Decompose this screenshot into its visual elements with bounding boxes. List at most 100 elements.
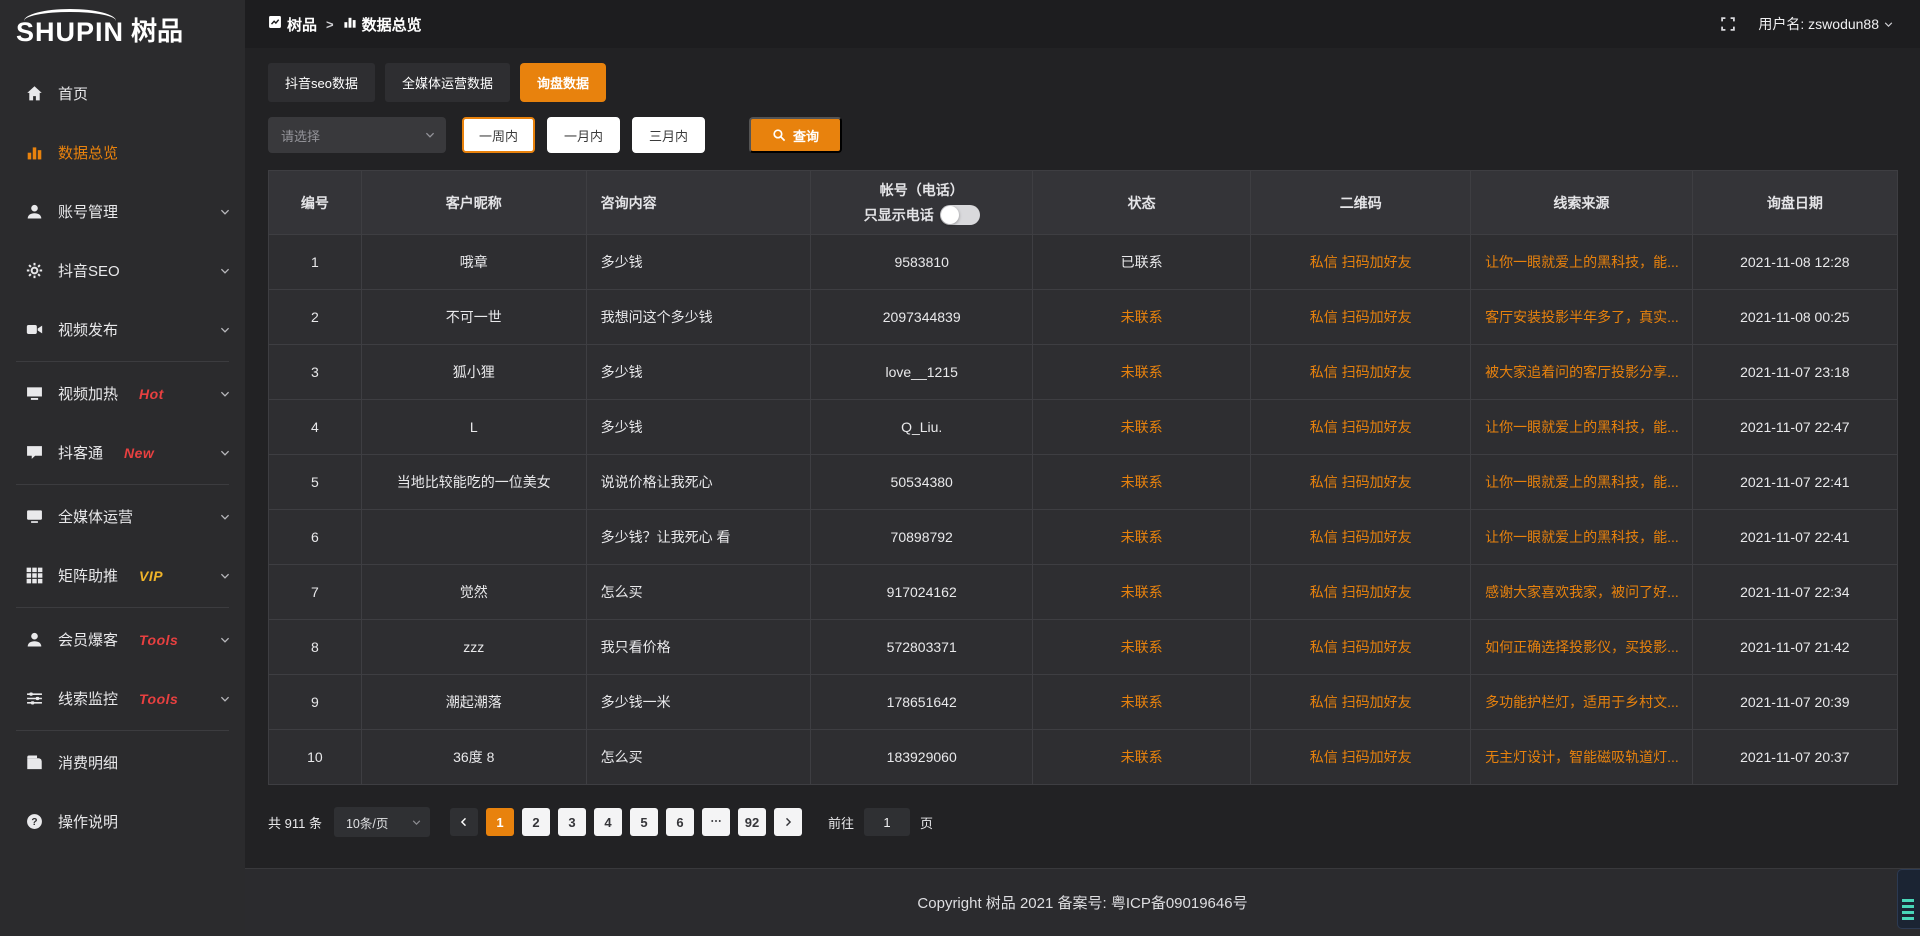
cell-qrcode[interactable]: 私信 扫码加好友 <box>1251 400 1471 455</box>
sidebar-item-home[interactable]: 首页 <box>0 64 245 123</box>
cell-source[interactable]: 多功能护栏灯，适用于乡村文... <box>1471 675 1693 730</box>
phone-only-toggle[interactable] <box>940 205 980 225</box>
pagination: 共 911 条 10条/页 12345692 前往 1 页 <box>268 807 1898 837</box>
tab-douyin-seo-data[interactable]: 抖音seo数据 <box>268 63 375 102</box>
page-button-6[interactable]: 6 <box>666 808 694 836</box>
cell-account: Q_Liu. <box>811 400 1033 455</box>
cell-no: 1 <box>269 235 362 290</box>
cell-qrcode[interactable]: 私信 扫码加好友 <box>1251 510 1471 565</box>
page-button-2[interactable]: 2 <box>522 808 550 836</box>
page-size-select[interactable]: 10条/页 <box>334 807 430 837</box>
cell-content: 多少钱 <box>586 400 811 455</box>
cell-content: 怎么买 <box>586 565 811 620</box>
cell-source[interactable]: 让你一眼就爱上的黑科技，能... <box>1471 510 1693 565</box>
cell-no: 9 <box>269 675 362 730</box>
more-pages-button[interactable] <box>702 808 730 836</box>
breadcrumb-app-label: 树品 <box>287 14 317 35</box>
table-row: 4L多少钱Q_Liu.未联系私信 扫码加好友让你一眼就爱上的黑科技，能...20… <box>269 400 1898 455</box>
cell-qrcode[interactable]: 私信 扫码加好友 <box>1251 455 1471 510</box>
sidebar-item-label: 视频发布 <box>58 319 118 340</box>
sidebar-item-operation-guide[interactable]: ?操作说明 <box>0 792 245 851</box>
sidebar-item-video-heating[interactable]: 视频加热Hot <box>0 364 245 423</box>
page-button-4[interactable]: 4 <box>594 808 622 836</box>
corner-widget[interactable] <box>1897 869 1920 929</box>
cell-qrcode[interactable]: 私信 扫码加好友 <box>1251 565 1471 620</box>
tab-omni-media-data[interactable]: 全媒体运营数据 <box>385 63 510 102</box>
page-button-5[interactable]: 5 <box>630 808 658 836</box>
sidebar-item-data-overview[interactable]: 数据总览 <box>0 123 245 182</box>
cell-source[interactable]: 被大家追着问的客厅投影分享... <box>1471 345 1693 400</box>
chevron-down-icon <box>219 206 231 218</box>
account-header-title: 帐号（电话） <box>811 180 1032 200</box>
cell-qrcode[interactable]: 私信 扫码加好友 <box>1251 730 1471 785</box>
table-row: 6多少钱？让我死心 看70898792未联系私信 扫码加好友让你一眼就爱上的黑科… <box>269 510 1898 565</box>
tab-inquiry-data[interactable]: 询盘数据 <box>520 63 606 102</box>
question-circle-icon: ? <box>25 813 43 830</box>
search-button[interactable]: 查询 <box>749 117 842 153</box>
sidebar-item-account-management[interactable]: 账号管理 <box>0 182 245 241</box>
table-row: 2不可一世我想问这个多少钱2097344839未联系私信 扫码加好友客厅安装投影… <box>269 290 1898 345</box>
sidebar-item-matrix-boost[interactable]: 矩阵助推VIP <box>0 546 245 605</box>
column-header-date: 询盘日期 <box>1692 171 1897 235</box>
breadcrumb-app[interactable]: 树品 <box>268 14 317 35</box>
sidebar-item-douketong[interactable]: 抖客通New <box>0 423 245 482</box>
cell-content: 说说价格让我死心 <box>586 455 811 510</box>
sidebar-item-badge: VIP <box>139 568 163 584</box>
period-button-three-months[interactable]: 三月内 <box>632 117 705 153</box>
chevron-down-icon <box>219 388 231 400</box>
table-row: 7觉然怎么买917024162未联系私信 扫码加好友感谢大家喜欢我家，被问了好.… <box>269 565 1898 620</box>
sidebar-item-clue-monitor[interactable]: 线索监控Tools <box>0 669 245 728</box>
cell-source[interactable]: 让你一眼就爱上的黑科技，能... <box>1471 400 1693 455</box>
cell-date: 2021-11-07 21:42 <box>1692 620 1897 675</box>
cell-nickname: 潮起潮落 <box>361 675 586 730</box>
copyright-text: Copyright 树品 2021 备案号: 粤ICP备09019646号 <box>917 892 1247 913</box>
breadcrumb-page[interactable]: 数据总览 <box>343 14 422 35</box>
user-icon <box>25 203 43 220</box>
table-row: 5当地比较能吃的一位美女说说价格让我死心50534380未联系私信 扫码加好友让… <box>269 455 1898 510</box>
user-menu[interactable]: 用户名: zswodun88 <box>1758 14 1894 34</box>
brand-logo[interactable]: SHUPIN 树品 <box>0 0 245 52</box>
inquiry-table-wrap: 编号客户昵称咨询内容帐号（电话）只显示电话状态二维码线索来源询盘日期 1哦章多少… <box>268 170 1898 785</box>
column-header-nickname: 客户昵称 <box>361 171 586 235</box>
period-button-one-month[interactable]: 一月内 <box>547 117 620 153</box>
page-button-3[interactable]: 3 <box>558 808 586 836</box>
cell-status: 未联系 <box>1032 345 1250 400</box>
table-row: 9潮起潮落多少钱一米178651642未联系私信 扫码加好友多功能护栏灯，适用于… <box>269 675 1898 730</box>
period-buttons: 一周内一月内三月内 <box>462 117 705 153</box>
cell-qrcode[interactable]: 私信 扫码加好友 <box>1251 235 1471 290</box>
cell-source[interactable]: 让你一眼就爱上的黑科技，能... <box>1471 235 1693 290</box>
prev-page-button[interactable] <box>450 808 478 836</box>
cell-source[interactable]: 客厅安装投影半年多了，真实... <box>1471 290 1693 345</box>
page-button-1[interactable]: 1 <box>486 808 514 836</box>
cell-qrcode[interactable]: 私信 扫码加好友 <box>1251 290 1471 345</box>
sidebar-item-member-burst[interactable]: 会员爆客Tools <box>0 610 245 669</box>
cell-account: love__1215 <box>811 345 1033 400</box>
sidebar-item-video-publish[interactable]: 视频发布 <box>0 300 245 359</box>
cell-source[interactable]: 无主灯设计，智能磁吸轨道灯... <box>1471 730 1693 785</box>
account-select[interactable]: 请选择 <box>268 117 446 153</box>
data-tabs: 抖音seo数据全媒体运营数据询盘数据 <box>268 63 1898 102</box>
cell-source[interactable]: 感谢大家喜欢我家，被问了好... <box>1471 565 1693 620</box>
goto-page-input[interactable]: 1 <box>864 808 910 836</box>
cell-qrcode[interactable]: 私信 扫码加好友 <box>1251 620 1471 675</box>
filter-bar: 请选择 一周内一月内三月内 查询 <box>268 117 1898 153</box>
cell-source[interactable]: 如何正确选择投影仪，买投影... <box>1471 620 1693 675</box>
cell-date: 2021-11-07 22:41 <box>1692 455 1897 510</box>
main-column: 树品 > 数据总览 用户名: zswodun88 抖音seo数据全媒体运营数据询… <box>245 0 1920 936</box>
cell-source[interactable]: 让你一眼就爱上的黑科技，能... <box>1471 455 1693 510</box>
cell-qrcode[interactable]: 私信 扫码加好友 <box>1251 675 1471 730</box>
cell-no: 3 <box>269 345 362 400</box>
cell-date: 2021-11-07 22:34 <box>1692 565 1897 620</box>
sidebar-item-douyin-seo[interactable]: 抖音SEO <box>0 241 245 300</box>
sidebar-item-consumption-detail[interactable]: 消费明细 <box>0 733 245 792</box>
cell-qrcode[interactable]: 私信 扫码加好友 <box>1251 345 1471 400</box>
sidebar-item-omni-media-operation[interactable]: 全媒体运营 <box>0 487 245 546</box>
phone-only-label: 只显示电话 <box>864 205 934 225</box>
fullscreen-icon[interactable] <box>1720 16 1736 32</box>
next-page-button[interactable] <box>774 808 802 836</box>
chevron-down-icon <box>219 265 231 277</box>
cell-date: 2021-11-07 20:39 <box>1692 675 1897 730</box>
sidebar-item-badge: Hot <box>139 386 164 402</box>
page-button-92[interactable]: 92 <box>738 808 766 836</box>
period-button-one-week[interactable]: 一周内 <box>462 117 535 153</box>
